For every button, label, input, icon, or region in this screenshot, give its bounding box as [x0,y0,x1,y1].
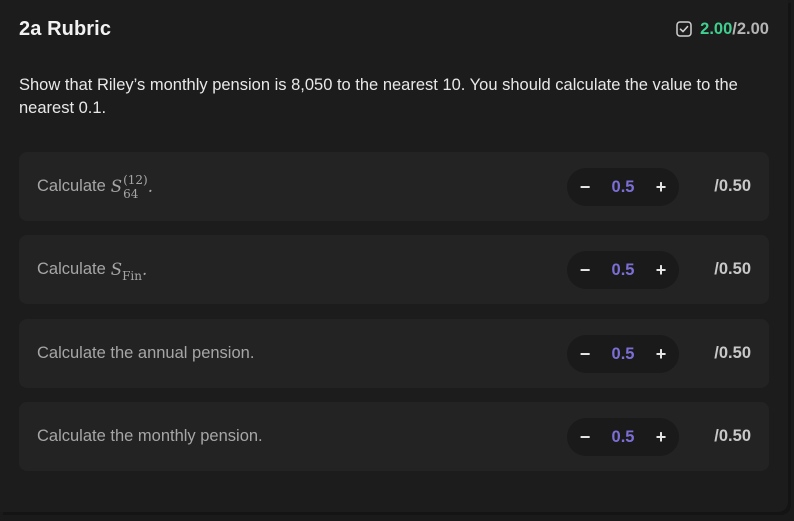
rubric-panel: 2a Rubric 2.00/2.00 Show that Riley’s mo… [0,0,788,512]
max-points: /0.50 [714,427,751,445]
rubric-criterion: Calculate the monthly pension. − 0.5 + /… [19,402,769,471]
decrement-button[interactable]: − [577,427,593,448]
criterion-label: Calculate S Fin . [37,235,147,304]
question-prompt: Show that Riley’s monthly pension is 8,0… [19,76,738,117]
increment-button[interactable]: + [653,344,669,365]
math-scripts: (12) 64 [123,173,148,201]
max-points: /0.50 [714,344,751,362]
decrement-button[interactable]: − [577,344,593,365]
increment-button[interactable]: + [653,177,669,198]
points-stepper: − 0.5 + [567,418,679,456]
points-stepper: − 0.5 + [567,251,679,289]
total-score: 2.00/2.00 [676,20,769,39]
increment-button[interactable]: + [653,260,669,281]
decrement-button[interactable]: − [577,260,593,281]
points-value[interactable]: 0.5 [612,261,635,280]
math-trail: . [142,260,148,279]
checkbox-check-icon [676,21,692,37]
math-superscript: (12) [123,172,148,187]
rubric-header: 2a Rubric 2.00/2.00 [19,14,769,44]
score-earned: 2.00 [700,19,733,38]
criterion-label: Calculate the annual pension. [37,319,254,388]
math-expression: S (12) 64 . [111,173,153,201]
rubric-criterion: Calculate the annual pension. − 0.5 + /0… [19,319,769,388]
math-symbol: S [110,260,123,279]
points-value[interactable]: 0.5 [612,428,635,447]
rubric-criterion: Calculate S (12) 64 . − 0.5 + /0.50 [19,152,769,221]
criterion-label: Calculate the monthly pension. [37,402,263,471]
math-trail: . [147,177,153,196]
math-expression: S Fin . [110,260,148,283]
criterion-text: Calculate the monthly pension. [37,427,263,445]
points-stepper: − 0.5 + [567,335,679,373]
criterion-text: Calculate [37,260,106,278]
decrement-button[interactable]: − [577,177,593,198]
score-total: 2.00 [736,19,769,38]
points-stepper: − 0.5 + [567,168,679,206]
rubric-title: 2a Rubric [19,17,112,40]
max-points: /0.50 [714,260,751,278]
math-subscript: 64 [123,186,139,201]
increment-button[interactable]: + [653,427,669,448]
points-value[interactable]: 0.5 [612,345,635,364]
math-subscript: Fin [122,268,143,283]
math-symbol: S [110,177,123,196]
rubric-criterion: Calculate S Fin . − 0.5 + /0.50 [19,235,769,304]
max-points: /0.50 [714,177,751,195]
points-value[interactable]: 0.5 [612,178,635,197]
criterion-text: Calculate [37,177,106,195]
criterion-text: Calculate the annual pension. [37,344,255,362]
criterion-label: Calculate S (12) 64 . [37,152,153,221]
